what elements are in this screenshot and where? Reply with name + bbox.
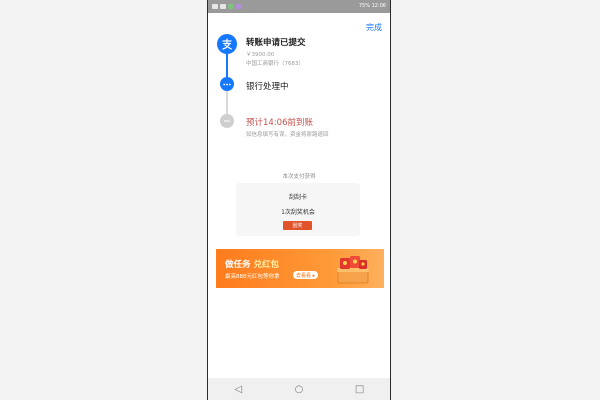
pending-icon — [220, 114, 234, 128]
app-icon — [228, 4, 234, 9]
notification-icon — [220, 4, 226, 9]
signal-icon — [212, 4, 218, 9]
banner-title-highlight: 兑红包 — [253, 260, 279, 270]
transfer-amount: ￥3900.00 — [246, 52, 275, 58]
banner-title-main: 做任务 — [225, 260, 254, 270]
step-submitted-title: 转账申请已提交 — [246, 38, 306, 48]
done-button[interactable]: 完成 — [366, 22, 382, 33]
banner-title: 做任务 兑红包 — [225, 258, 279, 270]
scratch-card-subtitle: 1次刮奖机会 — [281, 209, 315, 216]
scratch-card-title: 刮刮卡 — [288, 194, 307, 201]
reward-label: 本次支付获得 — [282, 174, 316, 180]
scratch-button[interactable]: 刮奖 — [283, 221, 312, 230]
status-time: 12:06 — [371, 3, 386, 9]
back-icon[interactable]: ◁ — [228, 384, 248, 395]
step-processing-title: 银行处理中 — [246, 82, 289, 92]
phone-screen: 75% 12:06 完成 转账申请已提交 ￥3900.00 中国工商银行（768… — [207, 0, 391, 400]
banner-subtitle: 最高888元红包等你拿 — [225, 274, 280, 280]
system-nav-bar: ◁ ○ □ — [208, 378, 390, 400]
refund-note: 如信息填写有误，资金将原路退回 — [246, 132, 329, 138]
alipay-icon — [217, 34, 237, 54]
bank-account: 中国工商银行（7683） — [246, 61, 304, 67]
status-right: 75% 12:06 — [359, 0, 386, 13]
battery-level: 75% — [358, 3, 370, 9]
step-eta-title: 预计14:06前到账 — [246, 118, 313, 128]
banner-go-button[interactable]: 去看看 ▸ — [293, 271, 319, 279]
scratch-card: 刮刮卡 1次刮奖机会 刮奖 — [236, 183, 360, 236]
gift-box-icon — [332, 256, 372, 284]
task-banner[interactable]: 做任务 兑红包 最高888元红包等你拿 去看看 ▸ — [216, 249, 384, 288]
home-icon[interactable]: ○ — [289, 384, 309, 395]
status-icons — [212, 0, 242, 13]
more-dots-icon — [220, 77, 234, 91]
recent-apps-icon[interactable]: □ — [350, 384, 370, 395]
message-icon — [236, 4, 242, 9]
status-bar: 75% 12:06 — [208, 0, 390, 13]
